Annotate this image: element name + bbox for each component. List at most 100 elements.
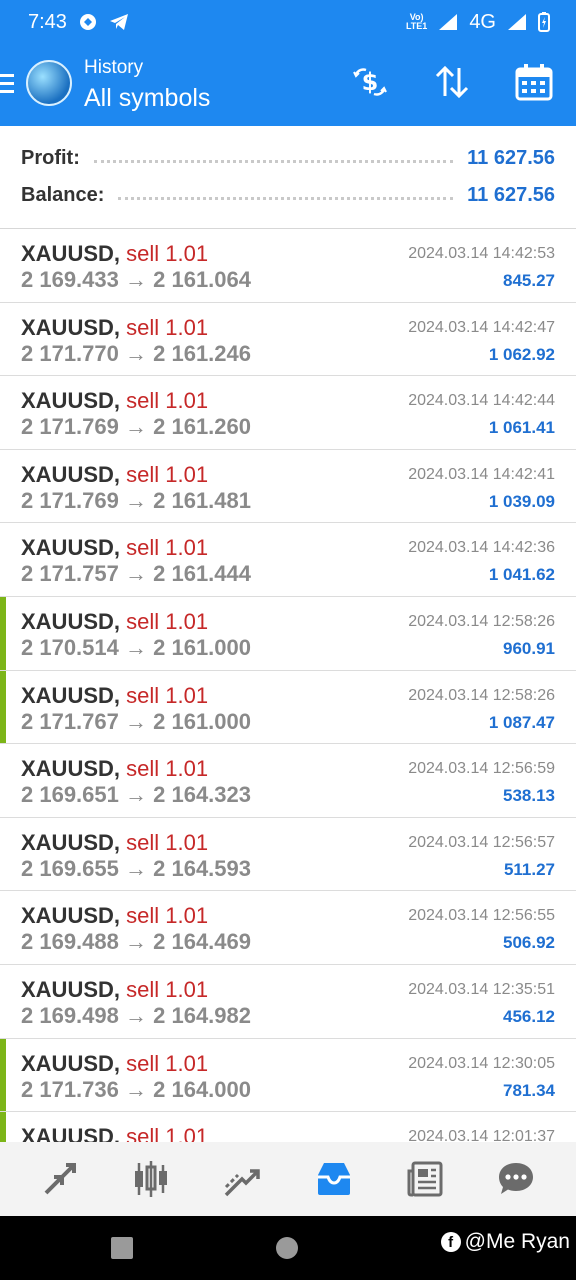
close-price: 2 161.246 — [153, 340, 251, 366]
messages-nav[interactable] — [494, 1157, 538, 1201]
trade-side: sell 1.01 — [126, 682, 209, 708]
trade-nav[interactable] — [220, 1157, 264, 1201]
trade-row[interactable]: XAUUSD, sell 1.01 2 169.651 → 2 164.323 20… — [0, 744, 576, 818]
trade-side: sell 1.01 — [126, 535, 209, 561]
svg-text:$: $ — [362, 68, 379, 96]
chart-nav[interactable] — [129, 1157, 173, 1201]
candlestick-icon — [134, 1161, 167, 1197]
open-price: 2 169.651 — [21, 782, 119, 808]
trade-row[interactable]: XAUUSD, sell 1.01 2 169.498 → 2 164.982 20… — [0, 965, 576, 1039]
trade-title: XAUUSD, sell 1.01 — [21, 903, 208, 929]
trade-profit: 1 041.62 — [488, 565, 555, 585]
arrow-right-icon: → — [125, 634, 147, 660]
arrow-right-icon: → — [125, 414, 147, 440]
arrow-right-icon: → — [125, 340, 147, 366]
trade-row[interactable]: XAUUSD, sell 1.01 2 171.757 → 2 161.444 20… — [0, 523, 576, 597]
trade-prices: 2 169.488 → 2 164.469 — [21, 929, 251, 955]
trade-side: sell 1.01 — [126, 314, 209, 340]
trade-row[interactable]: XAUUSD, sell 1.01 2 171.770 → 2 161.246 20… — [0, 303, 576, 377]
facebook-icon: f — [440, 1232, 461, 1252]
trade-symbol: XAUUSD, — [21, 461, 121, 487]
trend-icon — [225, 1169, 261, 1197]
bottom-nav — [0, 1142, 576, 1216]
system-nav-bar: f @Me Ryan — [0, 1216, 576, 1280]
open-price: 2 170.514 — [21, 634, 119, 660]
trade-time: 2024.03.14 14:42:47 — [408, 318, 555, 336]
trade-title: XAUUSD, sell 1.01 — [21, 388, 208, 414]
trade-symbol: XAUUSD, — [21, 241, 121, 266]
quotes-nav[interactable] — [38, 1157, 82, 1201]
data-arrows-icon — [508, 14, 526, 30]
open-price: 2 169.655 — [21, 855, 119, 881]
trade-prices: 2 171.767 → 2 161.000 — [21, 709, 251, 735]
trade-side: sell 1.01 — [126, 756, 209, 782]
trade-symbol: XAUUSD, — [21, 903, 121, 929]
deposit-button[interactable]: $ — [350, 62, 390, 102]
trade-symbol: XAUUSD, — [21, 756, 121, 782]
app-bar: History All symbols $ — [0, 44, 576, 126]
news-nav[interactable] — [403, 1157, 447, 1201]
trade-row[interactable]: XAUUSD, sell 1.01 2 169.655 → 2 164.593 20… — [0, 818, 576, 892]
trade-profit: 456.12 — [503, 1006, 555, 1026]
trade-prices: 2 170.514 → 2 161.000 — [21, 635, 251, 661]
trade-prices: 2 171.769 → 2 161.260 — [21, 414, 251, 440]
trade-row[interactable]: XAUUSD, sell 1.01 2 171.767 → 2 161.000 20… — [0, 670, 576, 745]
calendar-button[interactable] — [514, 62, 554, 102]
trade-side: sell 1.01 — [126, 976, 209, 1002]
trade-row[interactable]: XAUUSD, sell 1.01 2 169.488 → 2 164.469 20… — [0, 891, 576, 965]
balance-row: Balance: 11 627.56 — [21, 180, 555, 210]
open-price: 2 169.498 — [21, 1002, 119, 1028]
history-nav[interactable] — [312, 1157, 356, 1201]
trade-row[interactable]: XAUUSD, sell 1.01 2 171.769 → 2 161.481 20… — [0, 450, 576, 524]
close-price: 2 161.481 — [153, 487, 251, 513]
sort-button[interactable] — [432, 62, 472, 102]
trade-side: sell 1.01 — [126, 241, 209, 266]
close-price: 2 164.593 — [153, 855, 251, 881]
trade-prices: 2 171.736 → 2 164.000 — [21, 1077, 251, 1103]
open-price: 2 171.736 — [21, 1076, 119, 1102]
trade-profit: 1 061.41 — [488, 418, 555, 438]
close-price: 2 161.064 — [153, 267, 251, 292]
recents-button[interactable] — [111, 1237, 133, 1259]
trade-symbol: XAUUSD, — [21, 388, 121, 414]
trade-time: 2024.03.14 12:35:51 — [408, 980, 555, 998]
watermark-text: @Me Ryan — [464, 1230, 570, 1253]
trade-list[interactable]: XAUUSD, sell 1.01 2 169.433 → 2 161.064 20… — [0, 229, 576, 1142]
trade-title: XAUUSD, sell 1.01 — [21, 830, 208, 856]
trade-profit: 1 062.92 — [488, 344, 555, 364]
menu-icon[interactable] — [0, 74, 14, 96]
chat-icon — [499, 1163, 534, 1194]
trade-time: 2024.03.14 12:58:26 — [408, 686, 555, 704]
arrow-right-icon: → — [125, 1076, 147, 1102]
trade-symbol: XAUUSD, — [21, 682, 121, 708]
trade-time: 2024.03.14 12:01:37 — [408, 1128, 555, 1142]
sort-icon — [435, 65, 469, 99]
trade-prices: 2 169.655 → 2 164.593 — [21, 856, 251, 882]
trade-time: 2024.03.14 12:56:55 — [408, 907, 555, 925]
trade-prices: 2 171.769 → 2 161.481 — [21, 488, 251, 514]
volte-icon: Vo) LTE1 — [405, 12, 428, 31]
balance-label: Balance: — [21, 183, 105, 206]
page-title[interactable]: All symbols — [84, 82, 210, 114]
home-button[interactable] — [276, 1237, 298, 1259]
trade-profit: 781.34 — [503, 1080, 555, 1100]
trade-profit: 845.27 — [503, 271, 555, 290]
close-price: 2 164.469 — [153, 929, 251, 955]
summary-panel: Profit: 11 627.56 Balance: 11 627.56 — [0, 126, 576, 229]
trade-row[interactable]: XAUUSD, sell 1.01 2 169.433 → 2 161.064 20… — [0, 229, 576, 303]
arrow-right-icon: → — [125, 1002, 147, 1028]
balance-value: 11 627.56 — [467, 183, 555, 206]
open-price: 2 171.757 — [21, 561, 119, 587]
trade-row[interactable]: XAUUSD, sell 1.01 2 171.736 → 2 164.000 20… — [0, 1038, 576, 1113]
trade-side: sell 1.01 — [126, 903, 209, 929]
trade-row[interactable]: XAUUSD, sell 1.01 2024.03.14 12:01:37 — [0, 1112, 576, 1142]
trade-symbol: XAUUSD, — [21, 829, 121, 855]
trade-row[interactable]: XAUUSD, sell 1.01 2 170.514 → 2 161.000 20… — [0, 596, 576, 671]
trade-symbol: XAUUSD, — [21, 314, 121, 340]
trade-row[interactable]: XAUUSD, sell 1.01 2 171.769 → 2 161.260 20… — [0, 376, 576, 450]
trade-profit: 960.91 — [503, 638, 555, 658]
calendar-icon — [515, 64, 553, 101]
open-price: 2 171.770 — [21, 340, 119, 366]
open-price: 2 171.769 — [21, 487, 119, 513]
trade-symbol: XAUUSD, — [21, 608, 121, 634]
